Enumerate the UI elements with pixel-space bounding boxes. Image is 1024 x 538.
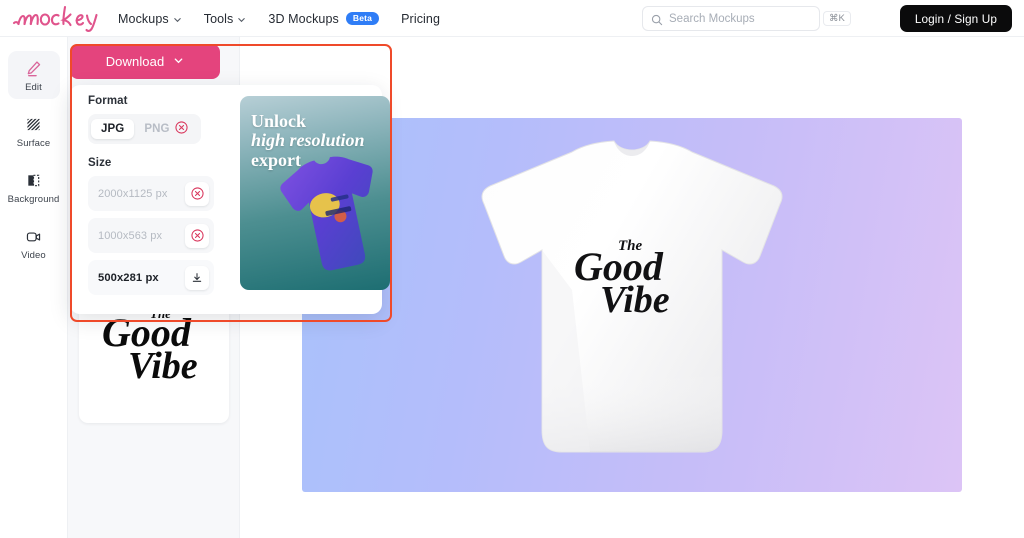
artboard[interactable]: The Good Vibe <box>302 118 962 492</box>
download-dropdown: Format JPG PNG Size 2000x1125 px 1000x56… <box>70 85 390 314</box>
search-shortcut-badge: ⌘K <box>823 10 851 27</box>
format-option-png[interactable]: PNG <box>134 117 197 141</box>
size-row-label: 2000x1125 px <box>98 187 168 200</box>
chevron-down-icon <box>173 15 182 24</box>
format-option-label: JPG <box>101 123 125 135</box>
download-arrow-icon[interactable] <box>185 265 209 290</box>
promo-line2: high resolution <box>251 130 365 151</box>
format-option-label: PNG <box>144 123 170 135</box>
locked-circle-x-icon[interactable] <box>185 223 209 248</box>
search-box[interactable]: ⌘K <box>642 6 851 31</box>
nav-item-label: 3D Mockups <box>268 11 339 26</box>
sidebar-item-edit[interactable]: Edit <box>7 51 60 99</box>
design-line3: Vibe <box>600 279 670 321</box>
nav-item-label: Mockups <box>118 11 169 26</box>
chevron-down-icon <box>237 15 246 24</box>
purple-tshirt-mockup-icon <box>280 156 373 271</box>
nav-item-3d-mockups[interactable]: 3D Mockups Beta <box>268 11 380 26</box>
app-root: Mockups Tools 3D Mockups Beta Pricing Se… <box>0 0 1024 538</box>
mockey-logo-icon <box>12 5 98 32</box>
nav-item-tools[interactable]: Tools <box>204 12 247 26</box>
sidebar-item-label: Background <box>7 194 60 205</box>
top-header: Mockups Tools 3D Mockups Beta Pricing Se… <box>0 0 1024 37</box>
sidebar-item-label: Edit <box>25 82 42 93</box>
search-icon <box>651 13 663 25</box>
size-row-label: 1000x563 px <box>98 229 163 242</box>
beta-badge: Beta <box>345 12 380 25</box>
size-row-500x281[interactable]: 500x281 px <box>88 260 214 295</box>
download-panel-wrapper: Download Format JPG PNG Size 2000x1125 p… <box>70 44 390 314</box>
sidebar-item-background[interactable]: Background <box>8 163 60 211</box>
locked-circle-x-icon <box>174 121 188 137</box>
white-tshirt-mockup: The Good Vibe <box>481 140 783 453</box>
hatch-pattern-icon <box>8 114 60 134</box>
size-row-1000x563[interactable]: 1000x563 px <box>88 218 214 253</box>
chevron-down-icon <box>173 54 184 69</box>
video-camera-icon <box>8 226 60 246</box>
size-row-2000x1125[interactable]: 2000x1125 px <box>88 176 214 211</box>
format-section-label: Format <box>88 95 128 107</box>
nav-item-mockups[interactable]: Mockups <box>118 12 182 26</box>
promo-line3: export <box>251 149 301 170</box>
svg-text:Vibe: Vibe <box>128 345 198 387</box>
locked-circle-x-icon[interactable] <box>185 181 209 206</box>
pencil-icon <box>8 58 60 78</box>
download-button-label: Download <box>105 54 165 69</box>
nav-item-label: Tools <box>203 11 234 26</box>
sidebar-item-label: Surface <box>16 138 51 149</box>
sidebar-item-surface[interactable]: Surface <box>8 107 60 155</box>
promo-text: Unlock high resolution export <box>251 111 386 170</box>
size-section-label: Size <box>88 157 112 169</box>
format-option-jpg[interactable]: JPG <box>91 119 135 139</box>
main-nav: Mockups Tools 3D Mockups Beta Pricing <box>118 0 440 37</box>
upgrade-promo-card[interactable]: Unlock high resolution export <box>240 96 390 290</box>
sidebar-item-label: Video <box>21 250 46 261</box>
search-input[interactable] <box>669 12 823 25</box>
login-signup-button[interactable]: Login / Sign Up <box>899 5 1012 32</box>
nav-item-label: Pricing <box>401 11 441 26</box>
sidebar-item-video[interactable]: Video <box>8 219 60 267</box>
promo-line1: Unlock <box>251 111 307 131</box>
download-button[interactable]: Download <box>70 44 220 79</box>
download-options: Format JPG PNG Size 2000x1125 px 1000x56… <box>88 95 228 302</box>
size-row-label: 500x281 px <box>98 271 159 284</box>
mockey-logo[interactable] <box>10 2 102 34</box>
format-toggle-group: JPG PNG <box>88 114 201 144</box>
nav-item-pricing[interactable]: Pricing <box>401 12 440 26</box>
left-tool-rail: Edit Surface Background Video <box>0 37 68 538</box>
half-fill-square-icon <box>8 170 60 190</box>
